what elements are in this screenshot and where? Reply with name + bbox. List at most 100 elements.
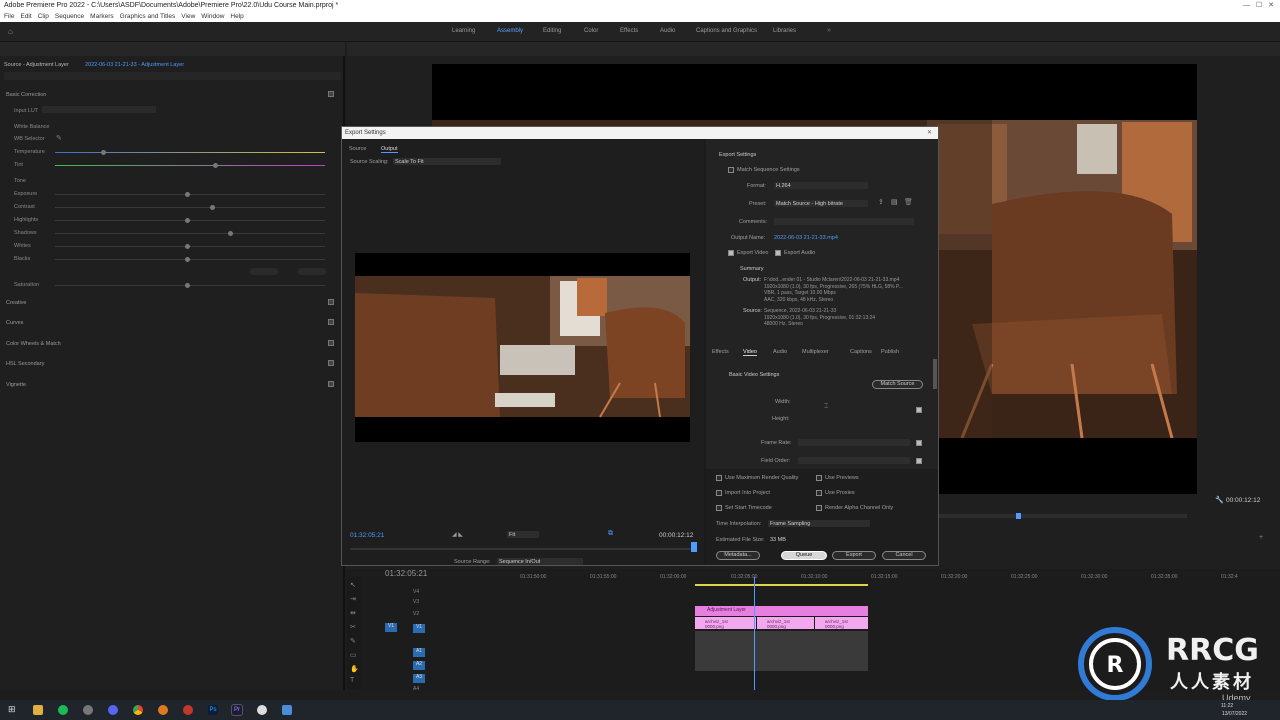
saturation-slider[interactable] bbox=[55, 283, 325, 288]
menu-markers[interactable]: Markers bbox=[90, 12, 113, 22]
menu-sequence[interactable]: Sequence bbox=[55, 12, 84, 22]
rectangle-tool-icon[interactable]: ▭ bbox=[350, 651, 357, 659]
link-dimensions-icon[interactable]: ⌶ bbox=[824, 403, 828, 411]
track-v3[interactable]: V3 bbox=[413, 599, 561, 611]
video-clip[interactable]: archviz_1st 0000.png bbox=[695, 617, 756, 629]
more-workspaces-icon[interactable]: » bbox=[827, 27, 831, 34]
tab-video[interactable]: Video bbox=[743, 349, 757, 356]
save-preset-icon[interactable]: ⇪ bbox=[878, 198, 884, 206]
set-in-out-icon[interactable]: ◢ ◣ bbox=[452, 531, 463, 538]
comments-input[interactable] bbox=[774, 218, 914, 225]
frame-rate-match-checkbox[interactable] bbox=[916, 440, 922, 446]
section-vignette[interactable]: Vignette bbox=[6, 382, 26, 388]
track-a1[interactable]: A1 bbox=[413, 648, 425, 657]
whites-slider[interactable] bbox=[55, 244, 325, 249]
preset-bar[interactable] bbox=[4, 72, 341, 80]
source-scaling-dropdown[interactable]: Scale To Fit bbox=[393, 158, 501, 165]
workspace-editing[interactable]: Editing bbox=[543, 28, 561, 34]
workspace-audio[interactable]: Audio bbox=[660, 28, 675, 34]
pen-tool-icon[interactable]: ✎ bbox=[350, 637, 356, 645]
field-order-match-checkbox[interactable] bbox=[916, 458, 922, 464]
queue-button[interactable]: Queue bbox=[781, 551, 827, 560]
home-icon[interactable]: ⌂ bbox=[8, 27, 13, 36]
app-icon[interactable] bbox=[83, 705, 93, 715]
basic-video-settings-header[interactable]: Basic Video Settings bbox=[729, 372, 779, 378]
wrench-icon[interactable]: 🔧 bbox=[1215, 496, 1224, 504]
workspace-libraries[interactable]: Libraries bbox=[773, 28, 796, 34]
tab-output[interactable]: Output bbox=[381, 146, 398, 153]
track-select-tool-icon[interactable]: ⇥ bbox=[350, 595, 356, 603]
panel-tabs[interactable] bbox=[0, 42, 345, 56]
section-creative[interactable]: Creative bbox=[6, 300, 26, 306]
dialog-close-icon[interactable]: ✕ bbox=[927, 127, 932, 139]
format-dropdown[interactable]: H.264 bbox=[774, 182, 868, 189]
razor-tool-icon[interactable]: ✂ bbox=[350, 623, 356, 631]
discord-icon[interactable] bbox=[108, 705, 118, 715]
add-button-icon[interactable]: + bbox=[1259, 534, 1263, 541]
app-icon[interactable] bbox=[183, 705, 193, 715]
delete-preset-icon[interactable]: 🗑 bbox=[904, 198, 913, 206]
source-range-dropdown[interactable]: Sequence In/Out bbox=[497, 558, 583, 565]
match-sequence-checkbox[interactable] bbox=[728, 167, 734, 173]
eyedropper-icon[interactable]: ✎ bbox=[56, 134, 62, 142]
timeline-timecode[interactable]: 01:32:05:21 bbox=[385, 569, 427, 578]
preset-dropdown[interactable]: Match Source - High bitrate bbox=[774, 200, 868, 207]
track-a3[interactable]: A3 bbox=[413, 674, 425, 683]
time-ruler[interactable]: 01:31:50:00 01:31:55:00 01:32:00:00 01:3… bbox=[495, 569, 1280, 581]
premiere-icon[interactable]: Pr bbox=[231, 704, 243, 716]
max-render-quality-checkbox[interactable] bbox=[716, 475, 722, 481]
source-label[interactable]: Source - Adjustment Layer bbox=[4, 62, 69, 68]
metadata-button[interactable]: Metadata... bbox=[716, 551, 760, 560]
menu-help[interactable]: Help bbox=[230, 12, 243, 22]
menu-view[interactable]: View bbox=[181, 12, 195, 22]
blacks-slider[interactable] bbox=[55, 257, 325, 262]
input-lut-dropdown[interactable] bbox=[42, 106, 156, 113]
auto-button[interactable] bbox=[250, 268, 278, 275]
temperature-knob[interactable] bbox=[101, 150, 106, 155]
menu-window[interactable]: Window bbox=[201, 12, 224, 22]
aspect-correction-icon[interactable]: ⧉ bbox=[608, 530, 613, 538]
blender-icon[interactable] bbox=[158, 705, 168, 715]
workspace-effects[interactable]: Effects bbox=[620, 28, 638, 34]
tab-effects[interactable]: Effects bbox=[712, 349, 729, 355]
shadows-slider[interactable] bbox=[55, 231, 325, 236]
selection-tool-icon[interactable]: ↖ bbox=[350, 581, 356, 589]
track-a2[interactable]: A2 bbox=[413, 661, 425, 670]
track-v1[interactable]: V1 bbox=[413, 624, 425, 633]
menu-graphics[interactable]: Graphics and Titles bbox=[120, 12, 176, 22]
field-order-dropdown[interactable] bbox=[798, 457, 910, 464]
tab-audio[interactable]: Audio bbox=[773, 349, 787, 355]
frame-rate-dropdown[interactable] bbox=[798, 439, 910, 446]
basic-correction-header[interactable]: Basic Correction bbox=[6, 92, 46, 98]
timeline-playhead[interactable] bbox=[754, 577, 755, 690]
work-area-bar[interactable] bbox=[695, 584, 868, 586]
chrome-icon[interactable] bbox=[133, 705, 143, 715]
vignette-toggle[interactable] bbox=[328, 381, 334, 387]
adjustment-layer-clip[interactable]: Adjustment Layer bbox=[695, 606, 868, 616]
time-interpolation-dropdown[interactable]: Frame Sampling bbox=[768, 520, 870, 527]
cancel-button[interactable]: Cancel bbox=[882, 551, 926, 560]
tab-captions[interactable]: Captions bbox=[850, 349, 872, 355]
window-controls[interactable]: — ☐ ✕ bbox=[1243, 0, 1274, 12]
export-button[interactable]: Export bbox=[832, 551, 876, 560]
sequence-label[interactable]: 2022-06-03 21-21-33 - Adjustment Layer bbox=[85, 62, 184, 68]
workspace-color[interactable]: Color bbox=[584, 28, 598, 34]
clock-date[interactable]: 13/07/2022 bbox=[1222, 711, 1247, 717]
menu-file[interactable]: File bbox=[4, 12, 14, 22]
use-previews-checkbox[interactable] bbox=[816, 475, 822, 481]
spotify-icon[interactable] bbox=[58, 705, 68, 715]
exposure-slider[interactable] bbox=[55, 192, 325, 197]
zoom-fit-dropdown[interactable]: Fit bbox=[507, 531, 539, 538]
settings-scrollbar[interactable] bbox=[933, 359, 937, 389]
track-a4[interactable]: A4 bbox=[413, 686, 561, 698]
section-curves[interactable]: Curves bbox=[6, 320, 23, 326]
hand-tool-icon[interactable]: ✋ bbox=[350, 665, 359, 673]
hsl-toggle[interactable] bbox=[328, 360, 334, 366]
app-icon[interactable] bbox=[282, 705, 292, 715]
source-patch-v1[interactable]: V1 bbox=[385, 623, 397, 632]
preview-playhead[interactable] bbox=[691, 542, 697, 552]
highlights-slider[interactable] bbox=[55, 218, 325, 223]
windows-start-icon[interactable]: ⊞ bbox=[8, 704, 16, 715]
color-wheels-toggle[interactable] bbox=[328, 340, 334, 346]
output-name-link[interactable]: 2022-06-03 21-21-33.mp4 bbox=[774, 235, 838, 241]
